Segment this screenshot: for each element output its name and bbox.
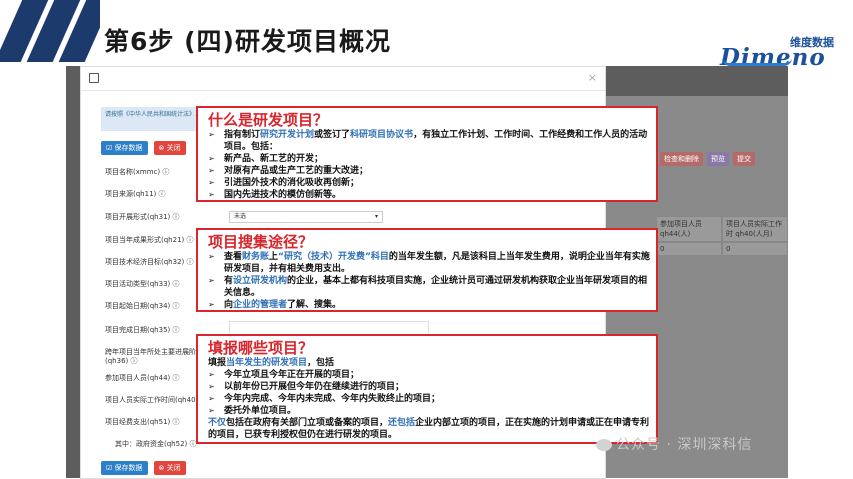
close-label: 关闭 [166, 144, 181, 152]
bottom-button-row: ☑ 保存数据 ⊗ 关闭 [101, 461, 186, 475]
field-label-qh11: 项目来源(qh11) ⓘ [105, 190, 166, 198]
bullet-icon: ➢ [208, 382, 215, 391]
modal-header: × [81, 67, 605, 91]
bullet-icon: ➢ [208, 252, 215, 261]
field-label-qh34: 项目起始日期(qh34) ⓘ [105, 302, 180, 310]
save-data-label: 保存数据 [114, 144, 143, 152]
bg-table-header: 参加项目人员 qh44(人) [656, 216, 722, 242]
callout-collection-methods: 项目搜集途径？ ➢ 查看财务账上“研究（技术）开发费”科目的当年发生额，凡是该科目… [196, 228, 658, 312]
bg-preview-button: 预览 [707, 152, 729, 166]
list-item: ➢ 今年立项且今年正在开展的项目； [208, 370, 360, 380]
bg-table-cell: 0 [722, 242, 788, 256]
field-label-qh51: 项目经费支出(qh51) ⓘ [105, 418, 180, 426]
list-item: ➢ 以前年份已开展但今年仍在继续进行的项目； [208, 382, 405, 392]
slide-title: 第6步 (四)研发项目概况 [104, 27, 391, 56]
field-label-qh21: 项目当年成果形式(qh21) ⓘ [105, 236, 194, 244]
close-button[interactable]: ⊗ 关闭 [153, 141, 186, 155]
bullet-icon: ➢ [208, 276, 215, 285]
bullet-icon: ➢ [208, 154, 215, 163]
callout-list: ➢ 今年立项且今年正在开展的项目； ➢ 以前年份已开展但今年仍在继续进行的项目； ➢… [208, 369, 650, 417]
bullet-icon: ➢ [208, 370, 215, 379]
close-label: 关闭 [166, 464, 181, 472]
field-label-qh32: 项目技术经济目标(qh32) ⓘ [105, 258, 194, 266]
list-item: ➢ 对原有产品或生产工艺的重大改进； [208, 166, 369, 176]
save-data-label: 保存数据 [114, 464, 143, 472]
top-button-row: ☑ 保存数据 ⊗ 关闭 [101, 141, 186, 155]
callout-footer: 不仅包括在政府有关部门立项或备案的项目，还包括企业内部立项的项目，正在实施的计划… [208, 418, 650, 440]
field-label-qh52: 其中：政府资金(qh52) ⓘ [115, 440, 197, 448]
field-label-qh33: 项目活动类型(qh33) ⓘ [105, 280, 180, 288]
field-label-qh31: 项目开展形式(qh31) ⓘ [105, 213, 180, 221]
bullet-icon: ➢ [208, 394, 215, 403]
project-form-select[interactable]: 未选 ▾ [229, 211, 383, 223]
bullet-icon: ➢ [208, 406, 215, 415]
bg-table-cell: 0 [656, 242, 722, 256]
bg-submit-button: 提交 [733, 152, 755, 166]
bg-table-header: 项目人员实际工作时 qh40(人月) [722, 216, 788, 242]
watermark: 公众号 · 深圳深科信 [596, 434, 752, 454]
bullet-icon: ➢ [208, 130, 215, 139]
wechat-icon [596, 439, 612, 451]
callout-what-is-rd-project: 什么是研发项目？ ➢ 指有制订研究开发计划或签订了科研项目协议书，有独立工作计划、… [196, 106, 658, 202]
bullet-icon: ➢ [208, 166, 215, 175]
callout-title: 填报哪些项目？ [208, 339, 314, 357]
completion-date-input[interactable] [229, 321, 429, 335]
project-form-select-value: 未选 [234, 213, 247, 220]
save-data-button-bottom[interactable]: ☑ 保存数据 [101, 461, 148, 475]
callout-title: 项目搜集途径？ [208, 233, 314, 251]
list-item: ➢ 委托外单位项目。 [208, 406, 297, 416]
header-stripes [0, 0, 100, 62]
edit-icon [89, 73, 99, 83]
background-actions: 检查和删除 预览 提交 [660, 152, 755, 166]
list-item: ➢ 向企业的管理者了解、搜集。 [208, 300, 342, 310]
list-item: ➢ 指有制订研究开发计划或签订了科研项目协议书，有独立工作计划、工作时间、工作经费… [208, 130, 648, 152]
list-item: ➢ 国内先进技术的模仿创新等。 [208, 190, 342, 200]
company-logo: 维度数据 Dimeno [720, 34, 840, 71]
bg-check-delete-button: 检查和删除 [660, 152, 703, 166]
logo-swoosh [722, 58, 792, 66]
list-item: ➢ 有设立研发机构的企业，基本上都有科技项目实施，企业统计员可通过研发机构获取企业… [208, 276, 648, 298]
watermark-text: 公众号 · 深圳深科信 [616, 437, 753, 453]
list-item: ➢ 引进国外技术的消化吸收再创新； [208, 178, 360, 188]
field-label-qh40: 项目人员实际工作时间(qh40) ⓘ [105, 396, 208, 404]
field-label-qh44: 参加项目人员(qh44) ⓘ [105, 374, 180, 382]
chevron-down-icon: ▾ [374, 213, 378, 220]
field-label-qh36-line2: (qh36) ⓘ [105, 357, 138, 365]
list-item: ➢ 今年内完成、今年内未完成、今年内失败终止的项目； [208, 394, 441, 404]
close-button-bottom[interactable]: ⊗ 关闭 [153, 461, 186, 475]
callout-which-projects: 填报哪些项目？ 填报当年发生的研发项目，包括 ➢ 今年立项且今年正在开展的项目； … [196, 334, 658, 444]
field-label-qh35: 项目完成日期(qh35) ⓘ [105, 326, 180, 334]
callout-title: 什么是研发项目？ [208, 111, 329, 129]
callout-intro: 填报当年发生的研发项目，包括 [208, 358, 335, 368]
list-item: ➢ 新产品、新工艺的开发； [208, 154, 324, 164]
list-item: ➢ 查看财务账上“研究（技术）开发费”科目的当年发生额，凡是该科目上当年发生费用，… [208, 252, 650, 274]
bullet-icon: ➢ [208, 178, 215, 187]
background-table: 参加项目人员 qh44(人) 项目人员实际工作时 qh40(人月) 0 0 [656, 216, 788, 256]
field-label-xmmc: 项目名称(xmmc) ⓘ [105, 168, 170, 176]
modal-close-icon[interactable]: × [588, 71, 597, 84]
bullet-icon: ➢ [208, 300, 215, 309]
save-data-button[interactable]: ☑ 保存数据 [101, 141, 148, 155]
bullet-icon: ➢ [208, 190, 215, 199]
callout-list: ➢ 查看财务账上“研究（技术）开发费”科目的当年发生额，凡是该科目上当年发生费用，… [208, 251, 650, 311]
callout-list: ➢ 指有制订研究开发计划或签订了科研项目协议书，有独立工作计划、工作时间、工作经费… [208, 129, 650, 201]
